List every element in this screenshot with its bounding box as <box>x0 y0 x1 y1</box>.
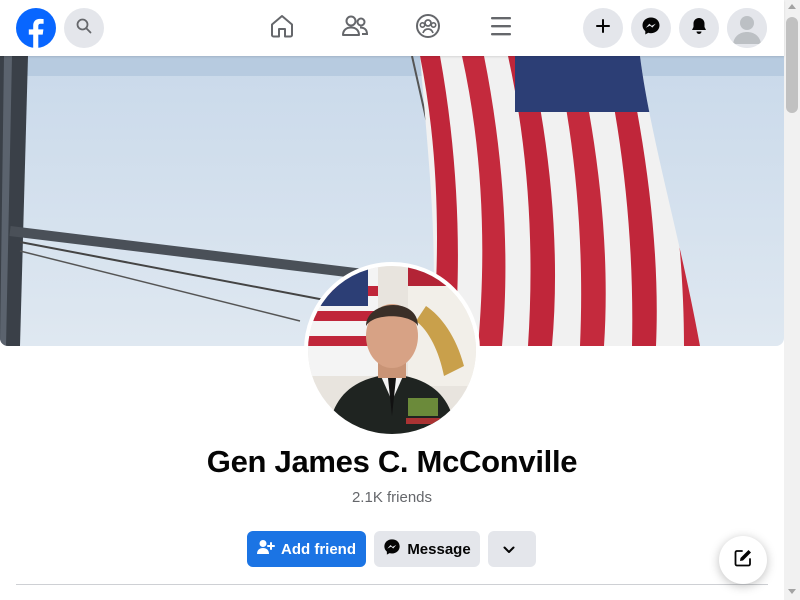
new-message-button[interactable] <box>719 536 767 584</box>
bell-icon <box>689 16 709 41</box>
account-button[interactable] <box>727 8 767 48</box>
friends-count[interactable]: 2.1K friends <box>0 489 784 506</box>
top-navigation-bar <box>0 0 784 56</box>
notifications-button[interactable] <box>679 8 719 48</box>
search-button[interactable] <box>64 8 104 48</box>
chevron-down-icon <box>503 541 521 558</box>
avatar-icon <box>727 8 767 48</box>
more-options-button[interactable] <box>488 531 536 567</box>
nav-home[interactable] <box>266 12 298 44</box>
messenger-icon <box>383 538 407 560</box>
scroll-down-arrow-icon[interactable] <box>788 589 796 594</box>
plus-icon <box>595 18 611 39</box>
nav-friends[interactable] <box>339 12 371 44</box>
messenger-icon <box>641 16 661 41</box>
message-button[interactable]: Message <box>374 531 480 567</box>
page-scrollbar[interactable] <box>784 0 800 600</box>
search-icon <box>76 18 92 39</box>
message-label: Message <box>407 540 471 558</box>
section-divider <box>16 584 768 585</box>
scrollbar-thumb[interactable] <box>786 17 798 113</box>
hamburger-icon <box>489 15 513 42</box>
messenger-button[interactable] <box>631 8 671 48</box>
add-friend-label: Add friend <box>281 540 356 558</box>
add-friend-icon <box>257 539 281 559</box>
scroll-up-arrow-icon[interactable] <box>788 4 796 9</box>
groups-icon <box>415 13 441 44</box>
profile-picture[interactable] <box>304 262 480 438</box>
profile-name: Gen James C. McConville <box>206 444 578 479</box>
create-button[interactable] <box>583 8 623 48</box>
compose-icon <box>733 548 753 573</box>
nav-groups[interactable] <box>412 12 444 44</box>
home-icon <box>269 13 295 44</box>
friends-icon <box>341 13 369 44</box>
facebook-logo-icon[interactable] <box>16 8 56 48</box>
nav-menu[interactable] <box>485 12 517 44</box>
add-friend-button[interactable]: Add friend <box>247 531 366 567</box>
